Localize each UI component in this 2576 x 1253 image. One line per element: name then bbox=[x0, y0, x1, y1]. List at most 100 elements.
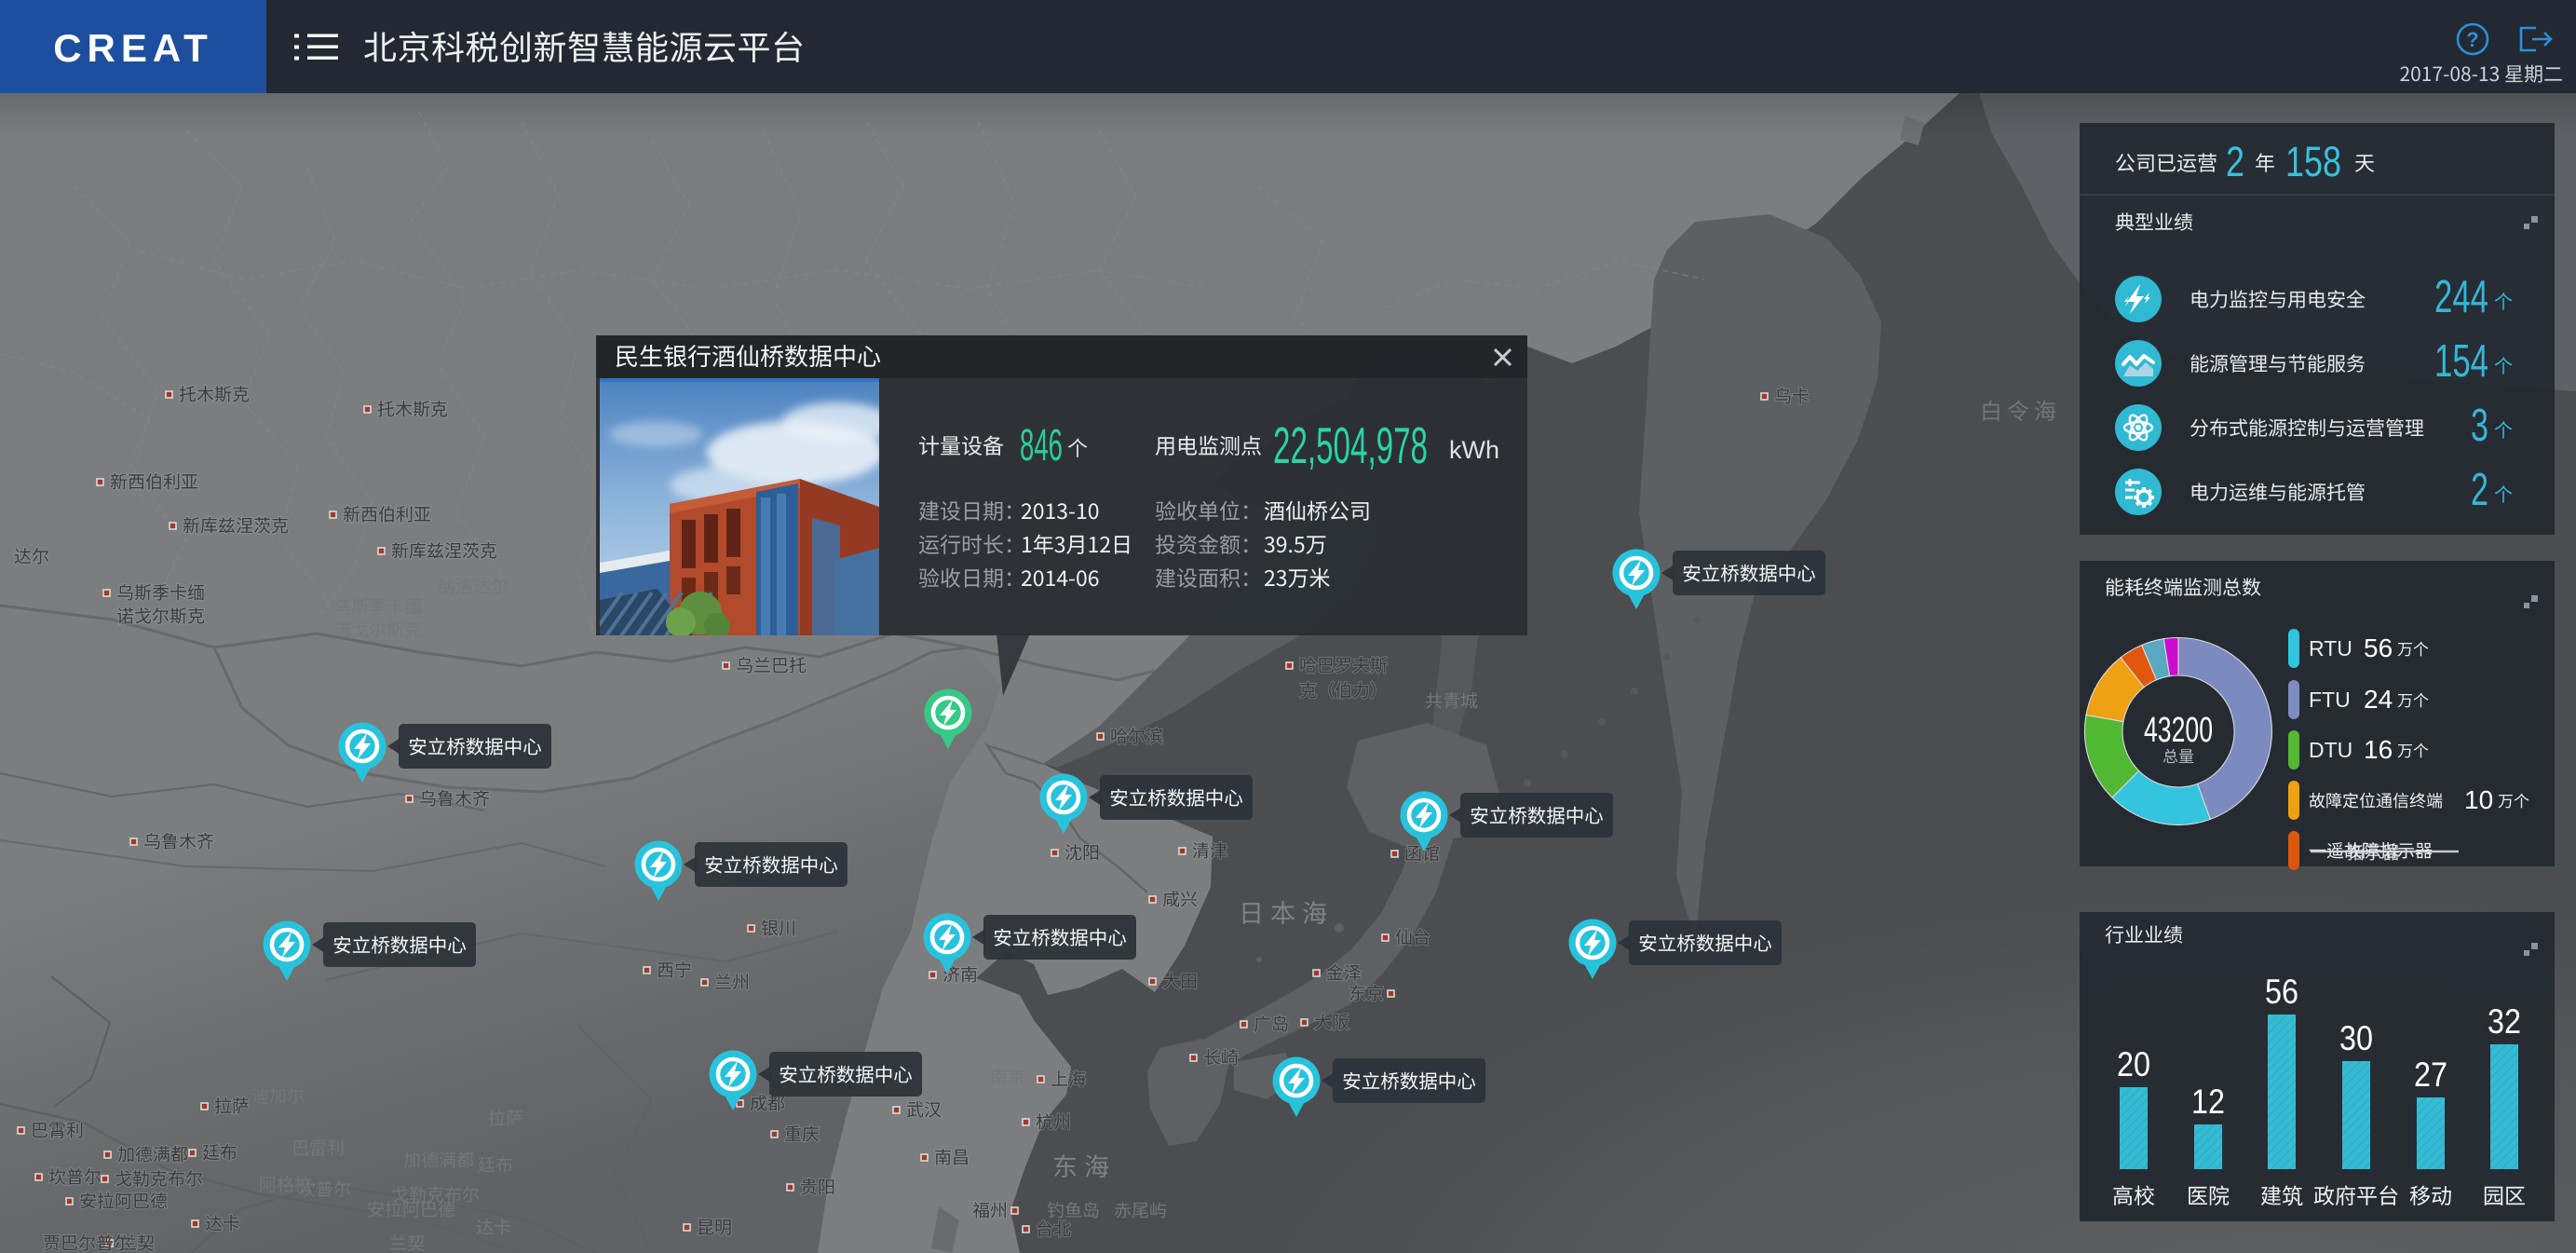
svg-text:故障定位通信终端: 故障定位通信终端 bbox=[2309, 788, 2443, 812]
svg-text:政府平台: 政府平台 bbox=[2313, 1178, 2399, 1210]
svg-text:12: 12 bbox=[2191, 1083, 2225, 1121]
svg-text:诺戈尔斯克: 诺戈尔斯克 bbox=[333, 617, 422, 642]
svg-text:达卡: 达卡 bbox=[205, 1210, 240, 1235]
svg-text:大阪: 大阪 bbox=[1314, 1009, 1349, 1034]
svg-text:拉萨: 拉萨 bbox=[488, 1105, 523, 1130]
svg-text:达尔: 达尔 bbox=[14, 543, 49, 568]
svg-text:用电监测点: 用电监测点 bbox=[1155, 429, 1262, 460]
svg-text:32: 32 bbox=[2488, 1002, 2521, 1041]
svg-text:22,504,978: 22,504,978 bbox=[1273, 416, 1428, 474]
svg-text:天: 天 bbox=[2354, 147, 2375, 177]
svg-text:乌兰巴托: 乌兰巴托 bbox=[736, 652, 807, 677]
svg-text:RTU: RTU bbox=[2309, 636, 2352, 661]
svg-text:万个: 万个 bbox=[2397, 688, 2429, 711]
svg-text:27: 27 bbox=[2414, 1056, 2447, 1094]
svg-text:电力监控与用电安全: 电力监控与用电安全 bbox=[2190, 285, 2366, 313]
svg-text:赤尾屿: 赤尾屿 bbox=[1114, 1197, 1167, 1222]
svg-text:廷布: 廷布 bbox=[202, 1139, 237, 1164]
svg-text:广岛: 广岛 bbox=[1254, 1011, 1289, 1036]
svg-text:新西伯利亚: 新西伯利亚 bbox=[110, 469, 198, 494]
svg-text:建设面积：: 建设面积： bbox=[1155, 561, 1262, 592]
svg-text:建设日期：: 建设日期： bbox=[918, 494, 1025, 525]
svg-text:日本海: 日本海 bbox=[1239, 893, 1334, 930]
svg-text:哈尔滨: 哈尔滨 bbox=[1110, 723, 1163, 748]
svg-text:咸兴: 咸兴 bbox=[1162, 886, 1198, 911]
svg-text:拉萨: 拉萨 bbox=[214, 1093, 250, 1118]
svg-text:个: 个 bbox=[2494, 351, 2513, 378]
svg-text:158: 158 bbox=[2285, 138, 2341, 185]
svg-text:高校: 高校 bbox=[2112, 1178, 2155, 1210]
svg-text:验收日期：: 验收日期： bbox=[918, 561, 1025, 592]
svg-text:3: 3 bbox=[2471, 401, 2488, 451]
svg-text:南昌: 南昌 bbox=[934, 1144, 969, 1169]
svg-text:园区: 园区 bbox=[2483, 1178, 2526, 1210]
svg-text:巴雷利: 巴雷利 bbox=[291, 1135, 345, 1160]
svg-text:达卡: 达卡 bbox=[476, 1214, 511, 1239]
svg-text:阿格拉: 阿格拉 bbox=[259, 1171, 312, 1196]
svg-text:乌斯季卡缅: 乌斯季卡缅 bbox=[116, 579, 205, 605]
svg-text:东京: 东京 bbox=[1349, 980, 1384, 1005]
svg-text:安立桥数据中心: 安立桥数据中心 bbox=[1638, 928, 1772, 956]
svg-text:39.5万: 39.5万 bbox=[1264, 527, 1327, 559]
svg-text:诺戈尔斯克: 诺戈尔斯克 bbox=[116, 603, 205, 628]
svg-text:年: 年 bbox=[2255, 147, 2275, 177]
svg-text:验收单位：: 验收单位： bbox=[1155, 494, 1262, 525]
svg-text:共青城: 共青城 bbox=[1425, 688, 1478, 713]
svg-text:846: 846 bbox=[1020, 421, 1063, 470]
svg-text:个: 个 bbox=[2494, 415, 2513, 443]
svg-text:2014-06: 2014-06 bbox=[1021, 561, 1100, 592]
svg-text:?: ? bbox=[2466, 28, 2478, 51]
svg-text:东海: 东海 bbox=[1052, 1147, 1116, 1183]
svg-text:白令海: 白令海 bbox=[1980, 393, 2061, 426]
svg-text:CREAT: CREAT bbox=[53, 26, 213, 70]
svg-text:医院: 医院 bbox=[2187, 1178, 2230, 1210]
svg-text:154: 154 bbox=[2434, 336, 2488, 387]
svg-text:FTU: FTU bbox=[2309, 688, 2351, 712]
svg-text:2017-08-13 星期二: 2017-08-13 星期二 bbox=[2399, 60, 2563, 88]
svg-text:大田: 大田 bbox=[1162, 968, 1198, 993]
svg-text:行业业绩: 行业业绩 bbox=[2105, 920, 2183, 948]
svg-text:1年3月12日: 1年3月12日 bbox=[1021, 527, 1132, 559]
svg-text:北京科税创新智慧能源云平台: 北京科税创新智慧能源云平台 bbox=[363, 21, 806, 70]
svg-text:移动: 移动 bbox=[2409, 1178, 2452, 1210]
svg-text:安立桥数据中心: 安立桥数据中心 bbox=[779, 1059, 913, 1087]
svg-text:个: 个 bbox=[2494, 287, 2513, 314]
svg-text:贵阳: 贵阳 bbox=[800, 1174, 835, 1199]
svg-text:投资金额：: 投资金额： bbox=[1155, 527, 1262, 559]
svg-text:DTU: DTU bbox=[2309, 738, 2352, 762]
svg-text:武汉: 武汉 bbox=[906, 1096, 942, 1122]
svg-text:托木斯克: 托木斯克 bbox=[377, 396, 448, 421]
svg-text:廷布: 廷布 bbox=[478, 1151, 513, 1177]
svg-text:长崎: 长崎 bbox=[1203, 1044, 1239, 1069]
svg-text:福州: 福州 bbox=[972, 1197, 1008, 1222]
svg-text:乌卡: 乌卡 bbox=[1774, 383, 1810, 408]
svg-text:克（伯力）: 克（伯力） bbox=[1299, 677, 1388, 702]
svg-text:16: 16 bbox=[2364, 735, 2393, 764]
svg-text:新库兹涅茨克: 新库兹涅茨克 bbox=[391, 538, 497, 563]
svg-text:加德满都: 加德满都 bbox=[403, 1147, 474, 1172]
svg-text:新库兹涅茨克: 新库兹涅茨克 bbox=[183, 512, 289, 538]
svg-text:戈勒克布尔: 戈勒克布尔 bbox=[391, 1181, 480, 1206]
svg-text:30: 30 bbox=[2339, 1019, 2373, 1057]
svg-text:安拉阿巴德: 安拉阿巴德 bbox=[79, 1188, 168, 1213]
svg-text:安立桥数据中心: 安立桥数据中心 bbox=[1342, 1066, 1476, 1094]
svg-text:244: 244 bbox=[2434, 272, 2488, 322]
svg-text:银川: 银川 bbox=[761, 915, 796, 940]
svg-text:2: 2 bbox=[2471, 465, 2488, 515]
svg-text:安立桥数据中心: 安立桥数据中心 bbox=[1470, 800, 1604, 828]
svg-text:南京: 南京 bbox=[990, 1064, 1025, 1089]
svg-text:巴霄利: 巴霄利 bbox=[31, 1117, 84, 1142]
svg-text:清津: 清津 bbox=[1192, 838, 1227, 863]
svg-text:坎普尔: 坎普尔 bbox=[48, 1164, 102, 1189]
svg-text:电力运维与能源托管: 电力运维与能源托管 bbox=[2190, 478, 2366, 506]
svg-text:加德满都: 加德满都 bbox=[117, 1141, 188, 1166]
svg-text:公司已运营: 公司已运营 bbox=[2115, 147, 2217, 177]
svg-text:56: 56 bbox=[2265, 973, 2298, 1011]
svg-text:托木斯克: 托木斯克 bbox=[179, 381, 250, 406]
svg-text:兰契: 兰契 bbox=[389, 1230, 425, 1253]
svg-text:钓鱼岛: 钓鱼岛 bbox=[1047, 1197, 1100, 1222]
svg-text:兰州: 兰州 bbox=[714, 969, 750, 994]
svg-text:昆明: 昆明 bbox=[697, 1214, 732, 1239]
svg-text:西宁: 西宁 bbox=[657, 957, 692, 982]
svg-text:戈勒克布尔: 戈勒克布尔 bbox=[115, 1165, 203, 1191]
